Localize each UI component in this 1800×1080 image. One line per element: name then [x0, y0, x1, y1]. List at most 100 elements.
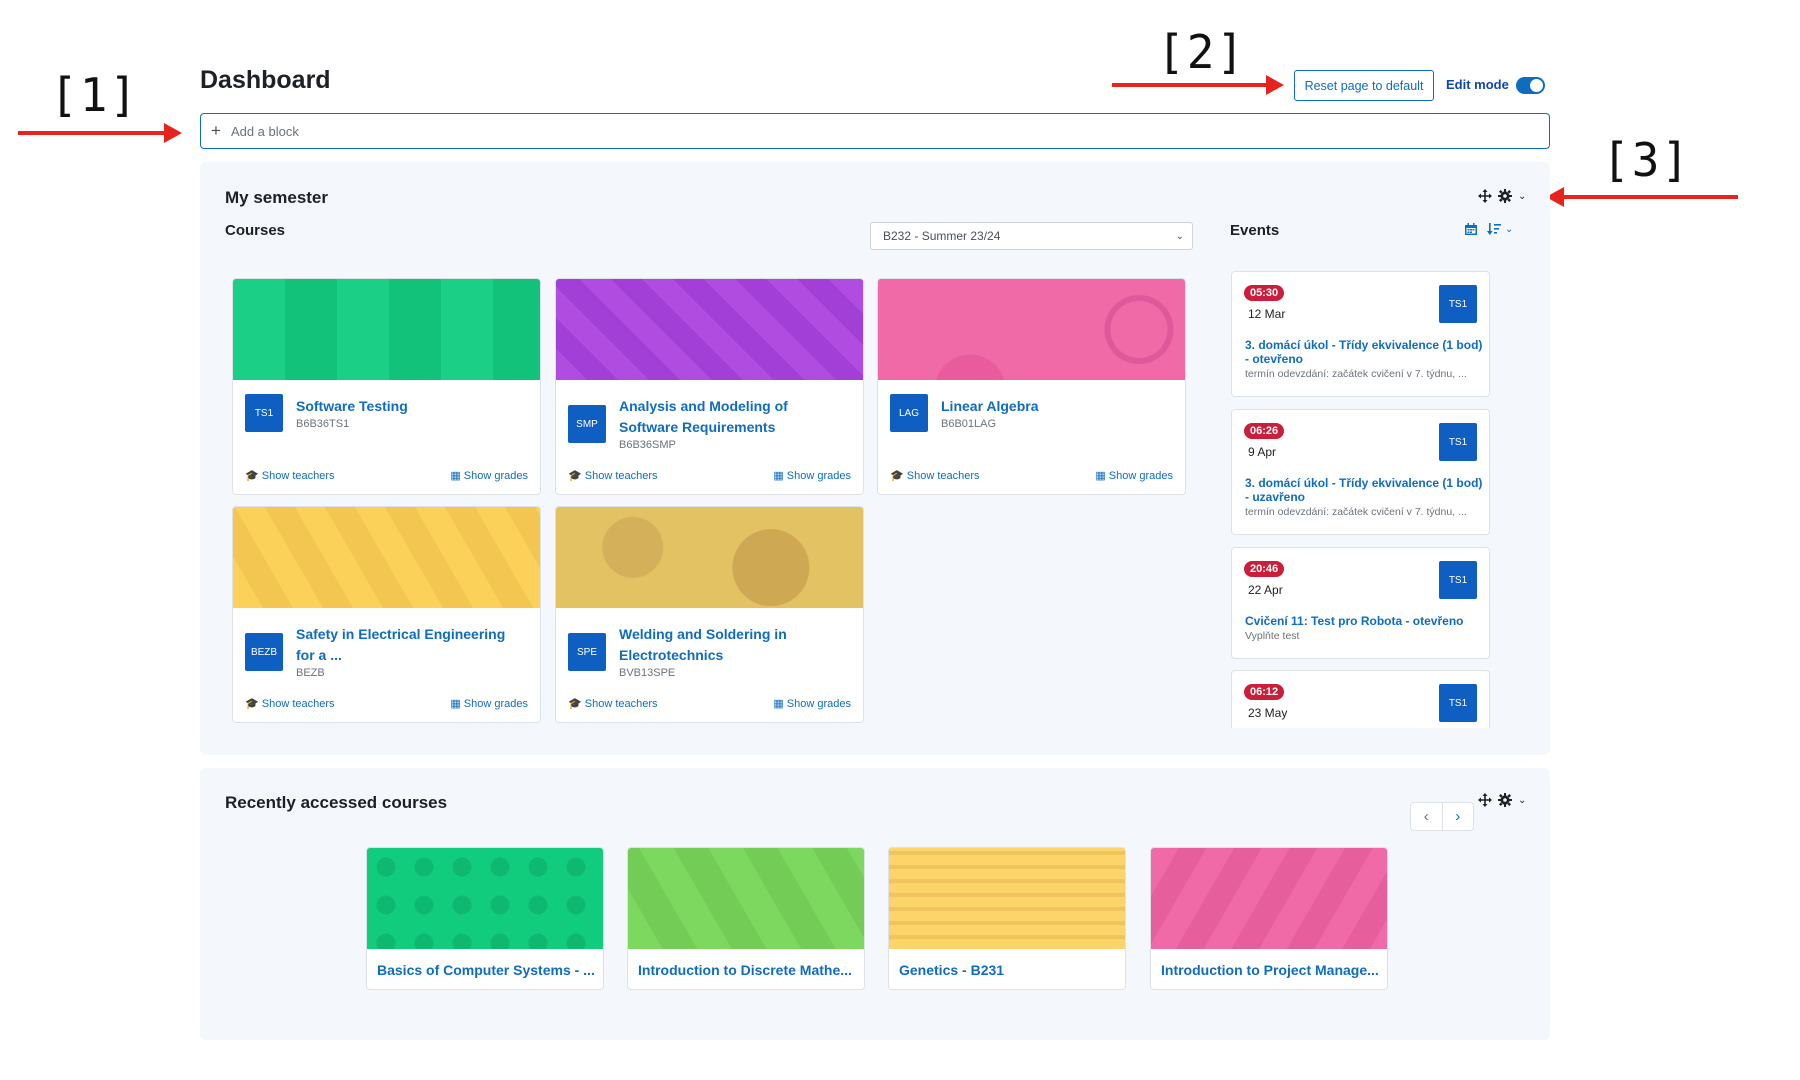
course-abbr: TS1 — [245, 394, 283, 432]
course-code: BVB13SPE — [619, 667, 676, 679]
course-image — [1151, 848, 1387, 949]
course-image — [233, 279, 540, 380]
event-name[interactable]: Cvičení 11: Test pro Robota - otevřeno — [1245, 614, 1485, 628]
event-name[interactable]: 3. domácí úkol - Třídy ekvivalence (1 bo… — [1245, 338, 1485, 366]
show-teachers-link[interactable]: 🎓 Show teachers — [568, 697, 658, 710]
course-image — [878, 279, 1185, 380]
recent-course-card[interactable]: Introduction to Project Manage... — [1150, 847, 1388, 990]
show-grades-link[interactable]: ▦ Show grades — [450, 469, 528, 482]
my-semester-title: My semester — [225, 188, 329, 207]
course-image — [556, 279, 863, 380]
annotation-arrow-2 — [1112, 75, 1284, 95]
table-icon: ▦ — [450, 698, 464, 710]
show-grades-link[interactable]: ▦ Show grades — [450, 697, 528, 710]
course-name[interactable]: Safety in Electrical Engineering for a .… — [296, 624, 526, 666]
recent-pagination: ‹ › — [1410, 802, 1474, 831]
event-course-badge: TS1 — [1439, 561, 1477, 599]
show-grades-link[interactable]: ▦ Show grades — [773, 697, 851, 710]
event-course-badge: TS1 — [1439, 423, 1477, 461]
course-card-welding-soldering[interactable]: SPE Welding and Soldering in Electrotech… — [555, 506, 864, 723]
recent-course-name[interactable]: Basics of Computer Systems - ... — [377, 962, 595, 978]
semester-select[interactable]: B232 - Summer 23/24 ⌄ — [870, 222, 1193, 250]
event-item[interactable]: 20:46 22 Apr TS1 Cvičení 11: Test pro Ro… — [1231, 547, 1490, 659]
event-date: 23 May — [1248, 706, 1288, 720]
show-teachers-link[interactable]: 🎓 Show teachers — [245, 469, 335, 482]
event-time: 05:30 — [1244, 285, 1285, 301]
course-image — [889, 848, 1125, 949]
courses-title: Courses — [225, 222, 286, 239]
event-item[interactable]: 06:26 9 Apr TS1 3. domácí úkol - Třídy e… — [1231, 409, 1490, 535]
table-icon: ▦ — [450, 470, 464, 482]
graduation-cap-icon: 🎓 — [245, 698, 262, 710]
events-title: Events — [1230, 222, 1280, 239]
semester-select-value: B232 - Summer 23/24 — [883, 229, 1001, 243]
course-image — [628, 848, 864, 949]
course-card-software-testing[interactable]: TS1 Software Testing B6B36TS1 🎓 Show tea… — [232, 278, 541, 495]
course-card-analysis-modeling[interactable]: SMP Analysis and Modeling of Software Re… — [555, 278, 864, 495]
sort-icon[interactable] — [1487, 223, 1501, 235]
recent-course-name[interactable]: Genetics - B231 — [899, 962, 1117, 978]
show-grades-link[interactable]: ▦ Show grades — [773, 469, 851, 482]
graduation-cap-icon: 🎓 — [245, 470, 262, 482]
event-date: 12 Mar — [1248, 307, 1286, 321]
course-name[interactable]: Linear Algebra — [941, 396, 1171, 417]
recent-course-card[interactable]: Introduction to Discrete Mathe... — [627, 847, 865, 990]
course-code: B6B01LAG — [941, 418, 997, 430]
recent-course-name[interactable]: Introduction to Project Manage... — [1161, 962, 1379, 978]
chevron-down-icon[interactable]: ⌄ — [1518, 191, 1526, 202]
course-card-safety-electrical[interactable]: BEZB Safety in Electrical Engineering fo… — [232, 506, 541, 723]
event-item[interactable]: 05:30 12 Mar TS1 3. domácí úkol - Třídy … — [1231, 271, 1490, 397]
course-name[interactable]: Software Testing — [296, 396, 526, 417]
annotation-label-3: [3] — [1602, 133, 1692, 187]
show-grades-link[interactable]: ▦ Show grades — [1095, 469, 1173, 482]
course-code: BEZB — [296, 667, 325, 679]
course-name[interactable]: Analysis and Modeling of Software Requir… — [619, 396, 849, 438]
event-name[interactable]: 3. domácí úkol - Třídy ekvivalence (1 bo… — [1245, 476, 1485, 504]
gear-icon[interactable] — [1498, 189, 1512, 203]
event-time: 06:12 — [1244, 684, 1285, 700]
show-teachers-link[interactable]: 🎓 Show teachers — [890, 469, 980, 482]
course-image — [367, 848, 603, 949]
course-image — [556, 507, 863, 608]
event-description: Vyplňte test — [1245, 630, 1300, 642]
annotation-label-2: [2] — [1157, 25, 1247, 79]
my-semester-controls: ⌄ — [1478, 189, 1526, 203]
annotation-arrow-1 — [18, 123, 182, 143]
show-teachers-link[interactable]: 🎓 Show teachers — [245, 697, 335, 710]
gear-icon[interactable] — [1498, 793, 1512, 807]
events-controls: ⌄ — [1465, 223, 1513, 235]
course-abbr: BEZB — [245, 633, 283, 671]
recent-course-name[interactable]: Introduction to Discrete Mathe... — [638, 962, 856, 978]
course-card-linear-algebra[interactable]: LAG Linear Algebra B6B01LAG 🎓 Show teach… — [877, 278, 1186, 495]
table-icon: ▦ — [773, 698, 787, 710]
event-item[interactable]: 06:12 23 May TS1 — [1231, 670, 1490, 728]
course-image — [233, 507, 540, 608]
course-name[interactable]: Welding and Soldering in Electrotechnics — [619, 624, 849, 666]
add-block-label: Add a block — [230, 123, 299, 139]
move-icon[interactable] — [1478, 793, 1492, 807]
chevron-down-icon[interactable]: ⌄ — [1505, 224, 1513, 235]
event-course-badge: TS1 — [1439, 684, 1477, 722]
event-date: 22 Apr — [1248, 583, 1283, 597]
annotation-arrow-3 — [1546, 187, 1738, 207]
move-icon[interactable] — [1478, 189, 1492, 203]
add-block-button[interactable]: + Add a block — [200, 113, 1550, 149]
chevron-left-icon[interactable]: ‹ — [1411, 803, 1443, 830]
event-description: termín odevzdání: začátek cvičení v 7. t… — [1245, 368, 1467, 380]
recent-course-card[interactable]: Genetics - B231 — [888, 847, 1126, 990]
recent-course-card[interactable]: Basics of Computer Systems - ... — [366, 847, 604, 990]
reset-page-button[interactable]: Reset page to default — [1294, 70, 1434, 101]
edit-mode-toggle[interactable] — [1516, 77, 1545, 94]
chevron-down-icon[interactable]: ⌄ — [1518, 795, 1526, 806]
edit-mode-label: Edit mode — [1446, 77, 1509, 92]
table-icon: ▦ — [1095, 470, 1109, 482]
event-course-badge: TS1 — [1439, 285, 1477, 323]
show-teachers-link[interactable]: 🎓 Show teachers — [568, 469, 658, 482]
course-code: B6B36SMP — [619, 439, 676, 451]
table-icon: ▦ — [773, 470, 787, 482]
recent-controls: ⌄ — [1478, 793, 1526, 807]
event-date: 9 Apr — [1248, 445, 1277, 459]
chevron-right-icon[interactable]: › — [1443, 803, 1474, 830]
calendar-icon[interactable] — [1465, 223, 1477, 235]
page-title: Dashboard — [200, 66, 331, 94]
